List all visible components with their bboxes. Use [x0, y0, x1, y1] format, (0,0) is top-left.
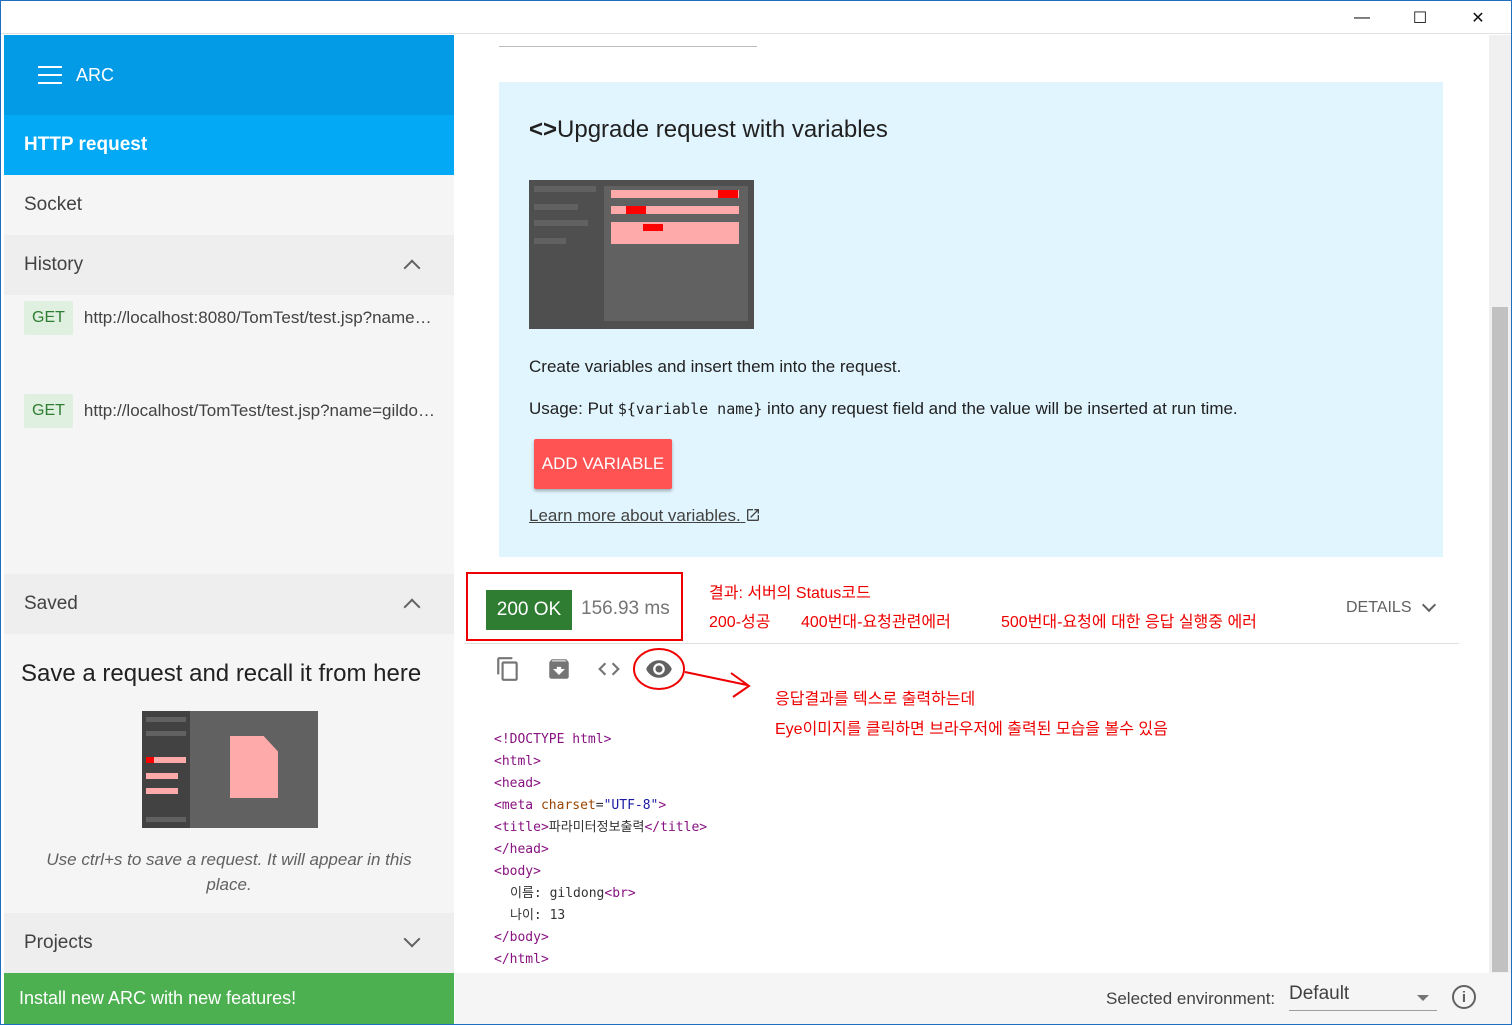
method-badge: GET	[24, 301, 73, 335]
status-bar: Selected environment: Default i	[455, 973, 1511, 1024]
saved-hint: Use ctrl+s to save a request. It will ap…	[46, 850, 412, 894]
environment-select[interactable]: Default	[1289, 983, 1437, 1011]
details-toggle[interactable]: DETAILS	[1346, 599, 1412, 617]
chevron-up-icon[interactable]	[403, 598, 421, 616]
history-url: http://localhost:8080/TomTest/test.jsp?n…	[83, 308, 439, 327]
projects-section-header[interactable]: Projects	[4, 913, 454, 973]
response-time: 156.93 ms	[581, 598, 670, 619]
chevron-down-icon[interactable]	[403, 930, 421, 948]
sidebar: ARC HTTP request Socket History GET http…	[4, 35, 454, 1024]
status-annotation-400: 400번대-요청관련에러	[801, 614, 951, 631]
chevron-up-icon[interactable]	[403, 259, 421, 277]
projects-label: Projects	[24, 932, 93, 953]
environment-label: Selected environment:	[1106, 989, 1276, 1008]
variables-description: Create variables and insert them into th…	[529, 357, 902, 376]
scrollbar[interactable]	[1489, 35, 1511, 973]
code-icon: <>	[529, 116, 558, 143]
add-variable-button[interactable]: ADD VARIABLE	[534, 439, 672, 489]
history-label: History	[24, 254, 84, 275]
history-item[interactable]: GET http://localhost:8080/TomTest/test.j…	[24, 300, 444, 336]
app-name: ARC	[76, 64, 115, 85]
main-content: <>Upgrade request with variables Create …	[455, 35, 1489, 973]
history-url: http://localhost/TomTest/test.jsp?name=g…	[83, 401, 439, 420]
code-view-icon[interactable]	[595, 655, 623, 683]
scrollbar-thumb[interactable]	[1492, 307, 1508, 972]
minimize-button[interactable]: —	[1339, 1, 1385, 34]
sidebar-item-socket[interactable]: Socket	[4, 175, 454, 235]
method-badge: GET	[24, 394, 73, 428]
variables-illustration	[529, 180, 754, 329]
close-icon: ✕	[1471, 9, 1485, 27]
variables-card: <>Upgrade request with variables Create …	[499, 82, 1443, 557]
sidebar-header: ARC	[4, 35, 454, 115]
sidebar-item-http-request[interactable]: HTTP request	[4, 115, 454, 175]
variables-card-title: <>Upgrade request with variables	[529, 116, 888, 143]
minimize-icon: —	[1354, 8, 1370, 26]
status-annotation-500: 500번대-요청에 대한 응답 실행중 에러	[1001, 614, 1257, 631]
dropdown-arrow-icon	[1417, 995, 1429, 1001]
copy-icon[interactable]	[494, 655, 522, 683]
history-item[interactable]: GET http://localhost/TomTest/test.jsp?na…	[24, 393, 444, 429]
learn-more-link[interactable]: Learn more about variables.	[529, 506, 761, 526]
title-bar: — ☐ ✕	[1, 1, 1511, 34]
status-annotation-box: 200 OK 156.93 ms	[466, 572, 683, 641]
app-window: — ☐ ✕ ARC HTTP request Socket History GE…	[0, 0, 1512, 1025]
field-underline	[499, 35, 757, 47]
divider	[465, 643, 1459, 644]
variables-usage: Usage: Put ${variable name} into any req…	[529, 399, 1238, 418]
status-annotation: 결과: 서버의 Status코드	[709, 585, 871, 602]
saved-label: Saved	[24, 593, 78, 614]
saved-illustration	[142, 711, 318, 828]
saved-empty-title: Save a request and recall it from here	[21, 660, 422, 687]
saved-section-header[interactable]: Saved	[4, 574, 454, 634]
open-external-icon	[747, 509, 760, 521]
chevron-down-icon[interactable]	[1421, 597, 1437, 613]
close-button[interactable]: ✕	[1455, 1, 1501, 34]
maximize-button[interactable]: ☐	[1397, 1, 1443, 34]
menu-icon[interactable]	[38, 66, 62, 84]
save-to-file-icon[interactable]	[545, 655, 573, 683]
eye-annotation: Eye이미지를 클릭하면 브라우저에 출력된 모습을 볼수 있음	[775, 721, 1168, 738]
sidebar-item-label: Socket	[24, 194, 83, 215]
install-banner[interactable]: Install new ARC with new features!	[4, 973, 454, 1024]
status-badge: 200 OK	[486, 590, 572, 630]
info-icon[interactable]: i	[1452, 985, 1476, 1009]
response-body: <!DOCTYPE html> <html> <head> <meta char…	[494, 732, 708, 967]
eye-annotation-marks	[633, 648, 751, 698]
status-annotation-success: 200-성공	[709, 614, 771, 631]
maximize-icon: ☐	[1412, 9, 1428, 27]
history-section-header[interactable]: History	[4, 235, 454, 295]
eye-annotation: 응답결과를 텍스로 출력하는데	[775, 691, 976, 708]
